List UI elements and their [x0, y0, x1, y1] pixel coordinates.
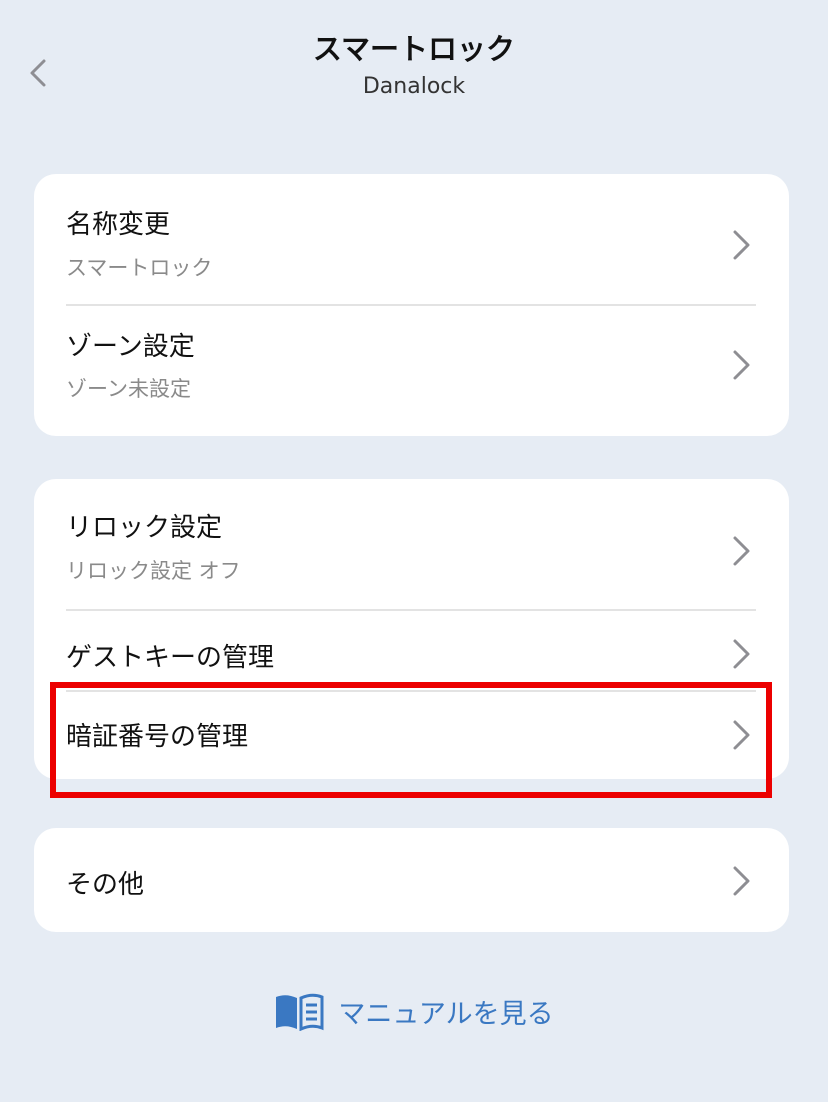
other-row[interactable]: その他: [34, 828, 789, 932]
settings-group-other: その他: [34, 828, 789, 932]
row-subtitle: スマートロック: [66, 256, 213, 280]
chevron-right-icon: [733, 536, 750, 566]
chevron-right-icon: [733, 350, 750, 380]
rename-row[interactable]: 名称変更 スマートロック: [34, 174, 789, 304]
row-title: 名称変更: [66, 210, 171, 240]
chevron-right-icon: [733, 639, 750, 669]
chevron-right-icon: [733, 230, 750, 260]
passcode-management-row[interactable]: 暗証番号の管理: [34, 692, 789, 779]
page-title: スマートロック: [312, 32, 516, 66]
chevron-right-icon: [733, 720, 750, 750]
chevron-right-icon: [733, 866, 750, 896]
zone-settings-row[interactable]: ゾーン設定 ゾーン未設定: [34, 306, 789, 436]
row-title: 暗証番号の管理: [66, 722, 249, 752]
row-title: その他: [66, 870, 145, 900]
view-manual-label: マニュアルを見る: [338, 999, 554, 1030]
book-icon: [276, 993, 324, 1031]
page-subtitle: Danalock: [362, 74, 466, 99]
guest-key-management-row[interactable]: ゲストキーの管理: [34, 611, 789, 691]
row-subtitle: リロック設定 オフ: [66, 559, 241, 583]
view-manual-link[interactable]: マニュアルを見る: [0, 992, 828, 1031]
relock-settings-row[interactable]: リロック設定 リロック設定 オフ: [34, 479, 789, 609]
row-subtitle: ゾーン未設定: [66, 377, 191, 401]
row-title: ゾーン設定: [66, 332, 195, 362]
header-bar: スマートロック Danalock: [0, 0, 828, 140]
row-title: ゲストキーの管理: [66, 643, 275, 673]
settings-group-general: 名称変更 スマートロック ゾーン設定 ゾーン未設定: [34, 174, 789, 436]
row-title: リロック設定: [66, 513, 223, 543]
settings-group-lock: リロック設定 リロック設定 オフ ゲストキーの管理 暗証番号の管理: [34, 479, 789, 779]
